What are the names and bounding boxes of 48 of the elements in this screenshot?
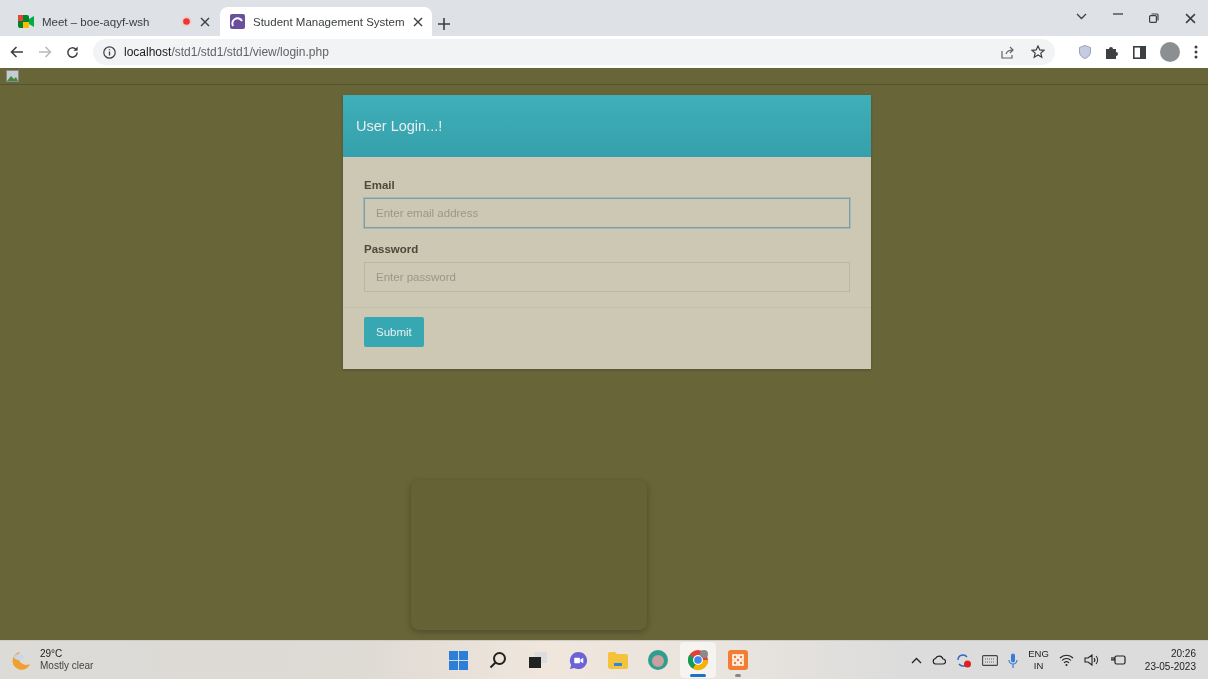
video-camera-icon	[18, 15, 34, 28]
chevron-down-icon[interactable]	[1076, 12, 1087, 20]
battery-charging-icon[interactable]	[1109, 654, 1127, 666]
cloud-icon[interactable]	[932, 655, 947, 665]
browser-tab[interactable]: Student Management System	[220, 7, 432, 36]
wifi-icon[interactable]	[1058, 654, 1074, 666]
chat-icon[interactable]	[568, 650, 588, 670]
browser-tab[interactable]: Meet – boe-aqyf-wsh	[8, 7, 220, 36]
avatar-icon[interactable]	[1160, 42, 1180, 62]
card-title: User Login...!	[356, 118, 443, 134]
field-label: Email	[364, 179, 395, 191]
back-arrow-icon[interactable]	[10, 46, 24, 58]
close-icon[interactable]	[200, 16, 210, 27]
url-path: /std1/std1/std1/view/login.php	[171, 45, 329, 59]
search-icon[interactable]	[489, 651, 507, 669]
menu-icon[interactable]	[1194, 45, 1198, 59]
weather-condition: Mostly clear	[40, 660, 94, 672]
keyboard-icon[interactable]	[982, 654, 999, 666]
info-icon	[103, 45, 116, 59]
language-indicator[interactable]: ENG IN	[1028, 648, 1049, 672]
sync-icon[interactable]	[956, 652, 973, 668]
chevron-up-icon[interactable]	[911, 656, 923, 664]
folder-icon[interactable]	[608, 651, 628, 669]
minimize-icon[interactable]	[1113, 12, 1123, 15]
clock[interactable]: 20:26 23-05-2023	[1144, 647, 1196, 673]
address-bar[interactable]: localhost/std1/std1/std1/view/login.php	[93, 39, 1055, 65]
app-logo-icon	[230, 14, 245, 29]
windows-logo-icon[interactable]	[448, 650, 468, 670]
microphone-icon[interactable]	[1008, 652, 1019, 668]
task-view-icon[interactable]	[529, 652, 547, 668]
plus-icon[interactable]	[438, 18, 450, 30]
reload-icon[interactable]	[66, 45, 79, 59]
side-panel-icon[interactable]	[1133, 45, 1146, 59]
broken-image-icon	[6, 70, 19, 82]
chrome-icon[interactable]	[687, 649, 709, 671]
share-icon[interactable]	[1001, 45, 1015, 59]
tab-title: Meet – boe-aqyf-wsh	[42, 15, 151, 28]
url-host: localhost	[124, 45, 172, 59]
xampp-icon[interactable]	[728, 650, 748, 670]
restore-icon[interactable]	[1149, 12, 1159, 23]
tab-title: Student Management System	[253, 15, 405, 28]
puzzle-piece-icon[interactable]	[1105, 45, 1119, 59]
speaker-icon[interactable]	[1083, 654, 1100, 666]
star-icon[interactable]	[1031, 45, 1045, 59]
close-icon[interactable]	[412, 16, 423, 27]
field-label: Password	[364, 243, 419, 255]
close-icon[interactable]	[1185, 12, 1196, 24]
temperature: 29°C	[40, 648, 64, 660]
